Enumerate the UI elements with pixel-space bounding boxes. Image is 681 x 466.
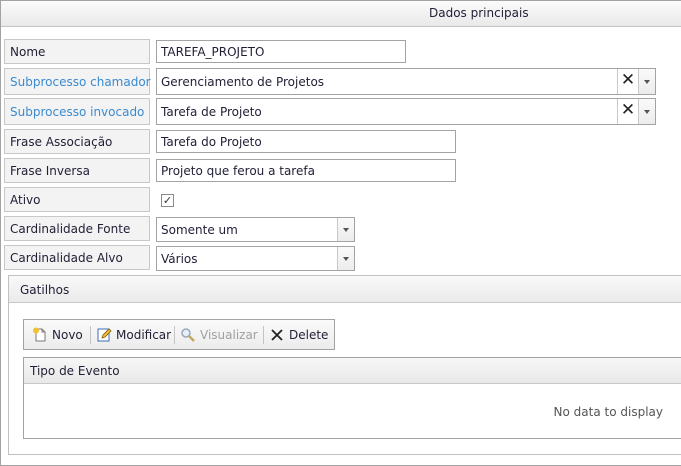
ativo-checkbox[interactable]: ✓ (161, 194, 174, 207)
gatilhos-title: Gatilhos (20, 283, 70, 297)
novo-label: Novo (52, 328, 83, 342)
chevron-down-icon[interactable] (337, 218, 354, 241)
frase-inversa-input[interactable]: Projeto que ferou a tarefa (156, 159, 456, 182)
delete-label: Delete (289, 328, 329, 342)
edit-icon (96, 327, 112, 343)
delete-button[interactable]: Delete (269, 327, 328, 343)
chevron-down-icon[interactable] (337, 247, 354, 270)
modificar-button[interactable]: Modificar (96, 327, 171, 343)
cardinalidade-alvo-label: Cardinalidade Alvo (4, 245, 150, 270)
novo-button[interactable]: Novo (32, 327, 83, 343)
new-document-icon (32, 327, 48, 343)
toolbar-separator (174, 326, 175, 344)
toolbar-separator (263, 326, 264, 344)
delete-x-icon (269, 327, 285, 343)
frase-associacao-input[interactable]: Tarefa do Projeto (156, 130, 456, 153)
frase-associacao-label: Frase Associação (4, 129, 150, 154)
chevron-down-icon[interactable] (638, 69, 655, 94)
section-header: Dados principais (1, 1, 681, 27)
clear-x-icon[interactable]: ✕ (617, 99, 638, 124)
nome-input[interactable]: TAREFA_PROJETO (156, 40, 406, 63)
visualizar-label: Visualizar (200, 328, 258, 342)
section-title: Dados principais (429, 6, 529, 20)
column-header-tipo-de-evento[interactable]: Tipo de Evento (30, 364, 120, 378)
modificar-label: Modificar (116, 328, 172, 342)
nome-label: Nome (4, 39, 150, 64)
subprocesso-invocado-value: Tarefa de Projeto (161, 105, 262, 119)
subprocesso-invocado-link[interactable]: Subprocesso invocado (4, 98, 150, 125)
cardinalidade-alvo-value: Vários (161, 252, 198, 266)
chevron-down-icon[interactable] (638, 99, 655, 124)
subprocesso-chamador-combo[interactable]: Gerenciamento de Projetos ✕ (156, 68, 656, 95)
grid-header: Tipo de Evento (24, 358, 681, 384)
subprocesso-chamador-link[interactable]: Subprocesso chamador (4, 68, 151, 95)
subprocesso-chamador-value: Gerenciamento de Projetos (161, 75, 325, 89)
grid-empty-message: No data to display (553, 405, 663, 419)
gatilhos-header: Gatilhos (9, 276, 681, 303)
toolbar-separator (90, 326, 91, 344)
gatilhos-toolbar: Novo Modificar Visualizar Delete (23, 319, 335, 350)
ativo-label: Ativo (4, 187, 150, 212)
subprocesso-invocado-combo[interactable]: Tarefa de Projeto ✕ (156, 98, 656, 125)
magnifier-icon (180, 327, 196, 343)
clear-x-icon[interactable]: ✕ (617, 69, 638, 94)
cardinalidade-alvo-select[interactable]: Vários (156, 246, 355, 271)
visualizar-button[interactable]: Visualizar (180, 327, 258, 343)
cardinalidade-fonte-label: Cardinalidade Fonte (4, 216, 150, 241)
cardinalidade-fonte-select[interactable]: Somente um (156, 217, 355, 242)
gatilhos-grid: Tipo de Evento No data to display (23, 357, 681, 439)
frase-inversa-label: Frase Inversa (4, 158, 150, 183)
cardinalidade-fonte-value: Somente um (161, 223, 238, 237)
